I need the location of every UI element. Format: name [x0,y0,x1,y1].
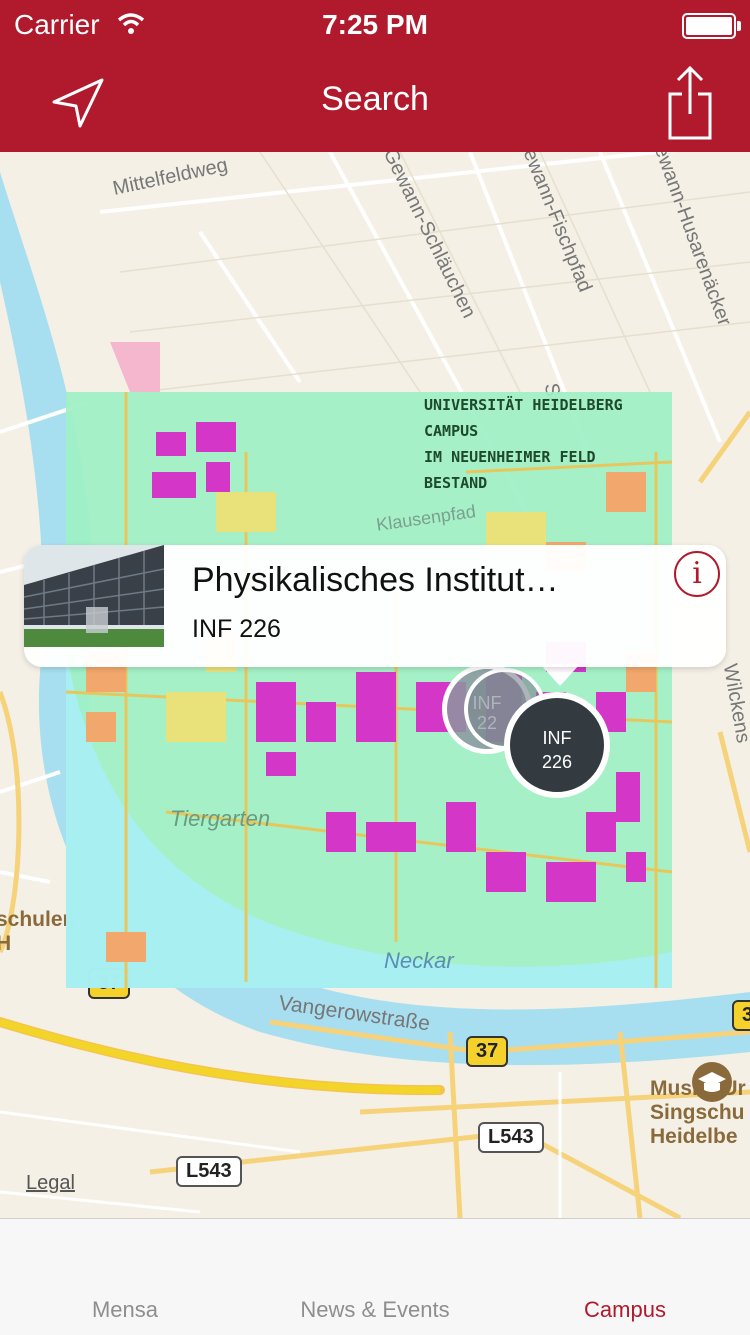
map-pin-selected[interactable]: INF 226 [504,692,610,798]
tab-bar: Mensa News & Events Campus [0,1218,750,1335]
info-icon[interactable]: i [674,551,720,597]
road-badge: L543 [176,1156,242,1187]
road-badge: 3 [732,1000,750,1031]
status-bar: Carrier 7:25 PM [0,0,750,50]
road-badge: 37 [466,1036,509,1067]
graduation-cap-icon[interactable] [692,1062,732,1102]
legal-link[interactable]: Legal [26,1172,75,1195]
place-label: Tiergarten [170,806,271,831]
callout-tail [540,664,580,686]
building-photo [24,545,165,647]
place-label: schulen [0,908,76,931]
place-label: Heidelbe [650,1125,738,1148]
location-callout[interactable]: Physikalisches Institut… INF 226 i [24,545,726,667]
clock: 7:25 PM [322,9,428,40]
tab-mensa[interactable]: Mensa [0,1297,250,1323]
tab-campus[interactable]: Campus [500,1297,750,1323]
road-badge: L543 [478,1122,544,1153]
place-label: H [0,932,12,955]
place-label: Singschu [650,1101,745,1124]
campus-map[interactable]: Mittelfeldweg Gewann-Schläuchen Gewann-F… [0,152,750,1218]
callout-title: Physikalisches Institut… [192,561,559,599]
callout-subtitle: INF 226 [192,615,281,643]
battery-icon [682,13,741,39]
overlay-title: UNIVERSITÄT HEIDELBERG CAMPUS IM NEUENHE… [424,396,623,492]
page-title: Search [321,80,429,118]
campus-overlay: UNIVERSITÄT HEIDELBERG CAMPUS IM NEUENHE… [66,392,672,988]
nav-bar: Search [0,50,750,152]
tab-news-events[interactable]: News & Events [250,1297,500,1323]
share-icon[interactable] [666,64,714,140]
river-label: Neckar [384,948,454,973]
